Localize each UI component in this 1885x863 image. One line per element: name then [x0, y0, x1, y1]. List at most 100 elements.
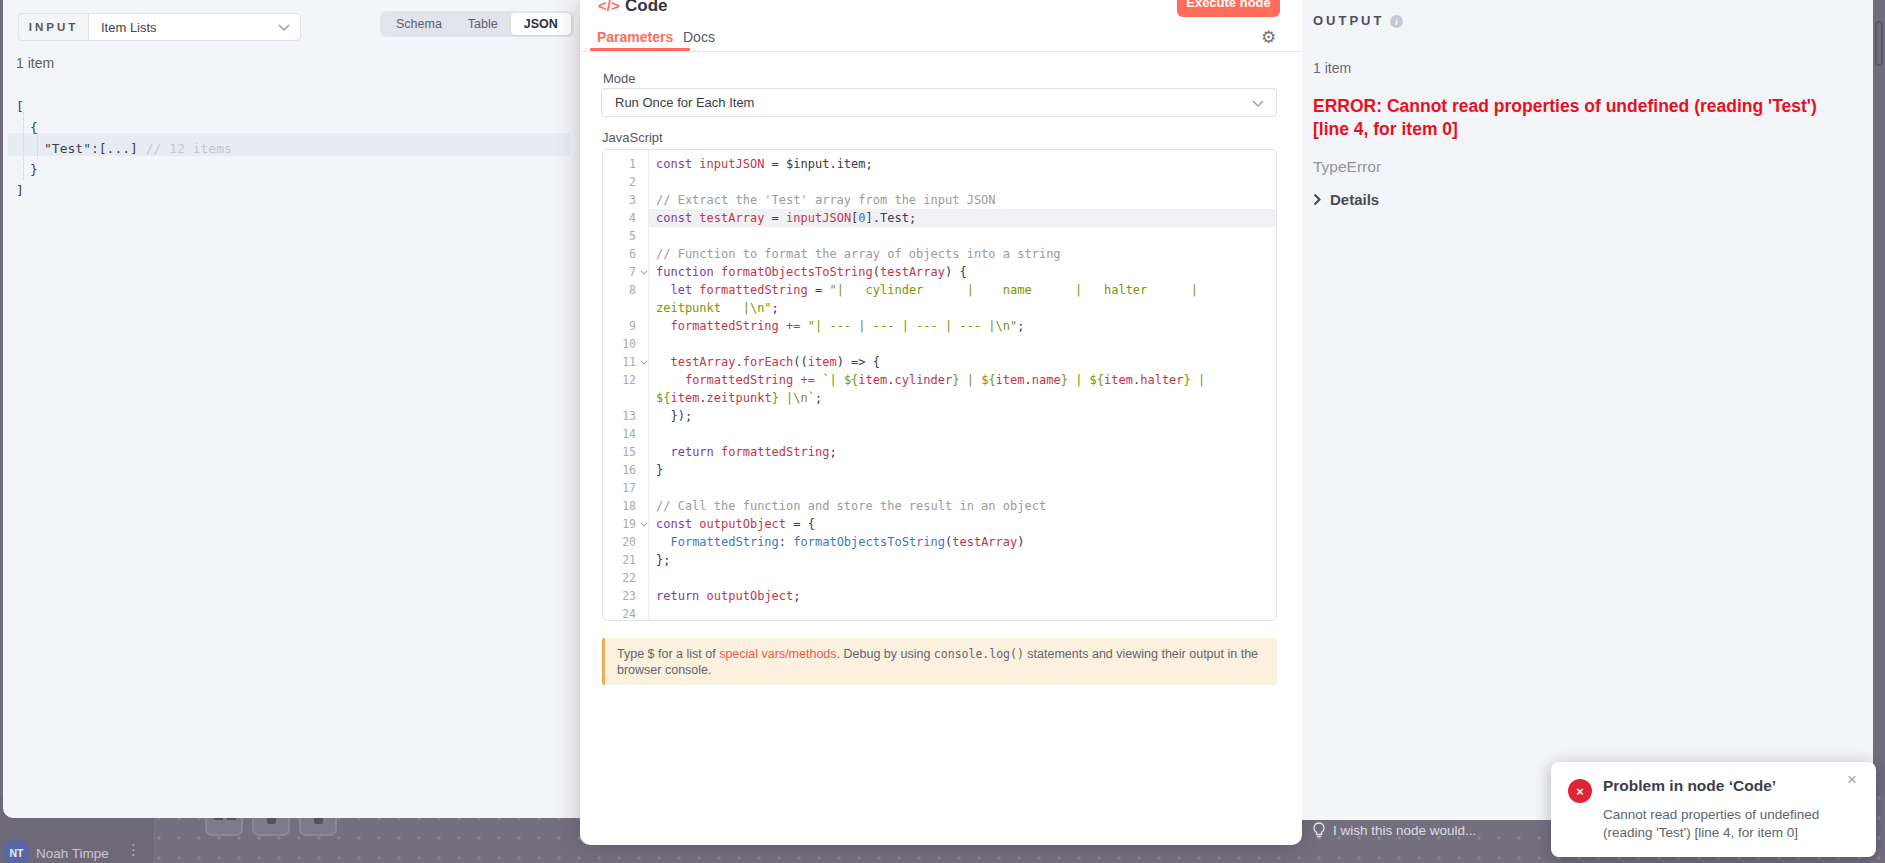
line-number: 19	[603, 515, 648, 533]
code-line[interactable]: return outputObject;	[649, 587, 1276, 605]
input-panel-label: INPUT	[18, 13, 88, 41]
error-details-toggle[interactable]: Details	[1313, 191, 1379, 208]
input-json-tree: [{"Test":[...] // 12 items}]	[3, 96, 580, 201]
line-number: 2	[603, 173, 648, 191]
code-line[interactable]: ${item.zeitpunkt} |\n`;	[649, 389, 1276, 407]
mode-select[interactable]: Run Once for Each Item	[601, 88, 1277, 117]
code-line[interactable]	[649, 227, 1276, 245]
line-number: 7	[603, 263, 648, 281]
tab-docs[interactable]: Docs	[683, 29, 715, 45]
code-line[interactable]	[649, 335, 1276, 353]
code-line[interactable]	[649, 569, 1276, 587]
error-toast: × Problem in node ‘Code’ × Cannot read p…	[1551, 762, 1876, 857]
line-number: 1	[603, 155, 648, 173]
lightbulb-icon	[1313, 822, 1325, 839]
code-line[interactable]	[649, 425, 1276, 443]
line-number: 14	[603, 425, 648, 443]
node-feedback-link[interactable]: I wish this node would...	[1313, 822, 1476, 839]
code-line[interactable]: };	[649, 551, 1276, 569]
line-number: 11	[603, 353, 648, 371]
code-line[interactable]: return formattedString;	[649, 443, 1276, 461]
code-line[interactable]	[649, 605, 1276, 621]
code-line[interactable]: // Function to format the array of objec…	[649, 245, 1276, 263]
line-number: 16	[603, 461, 648, 479]
code-line[interactable]	[649, 173, 1276, 191]
code-line[interactable]: formattedString += "| --- | --- | --- | …	[649, 317, 1276, 335]
javascript-label: JavaScript	[602, 130, 663, 145]
info-icon[interactable]: i	[1390, 15, 1403, 28]
code-line[interactable]: const testArray = inputJSON[0].Test;	[649, 209, 1276, 227]
json-row: {	[3, 117, 580, 138]
line-number: 12	[603, 371, 648, 389]
input-source-select[interactable]: Item Lists	[88, 13, 301, 41]
code-line[interactable]: function formatObjectsToString(testArray…	[649, 263, 1276, 281]
line-number	[603, 389, 648, 407]
input-source-value: Item Lists	[101, 20, 157, 35]
code-line[interactable]: formattedString += `| ${item.cylinder} |…	[649, 371, 1276, 389]
wish-label: I wish this node would...	[1333, 823, 1476, 838]
fold-chevron-icon[interactable]	[641, 520, 648, 527]
json-row: }	[3, 159, 580, 180]
hint-text: . Debug by using	[837, 647, 934, 661]
line-number: 3	[603, 191, 648, 209]
line-number: 17	[603, 479, 648, 497]
line-number: 18	[603, 497, 648, 515]
hint-text: Type $ for a list of	[617, 647, 719, 661]
code-node-icon: </>	[598, 0, 620, 14]
scrollbar-thumb[interactable]	[1875, 21, 1883, 66]
code-line[interactable]: });	[649, 407, 1276, 425]
code-line[interactable]: testArray.forEach((item) => {	[649, 353, 1276, 371]
code-line[interactable]: // Call the function and store the resul…	[649, 497, 1276, 515]
input-tab-schema[interactable]: Schema	[383, 14, 455, 34]
editor-hint: Type $ for a list of special vars/method…	[602, 638, 1277, 685]
code-line[interactable]: zeitpunkt |\n";	[649, 299, 1276, 317]
execute-node-button[interactable]: Execute node	[1177, 0, 1280, 17]
input-panel: INPUT Item Lists SchemaTableJSON 1 item …	[3, 0, 580, 818]
code-editor[interactable]: 123456789101112131415161718192021222324 …	[602, 149, 1277, 621]
fold-chevron-icon[interactable]	[641, 358, 648, 365]
line-number	[603, 299, 648, 317]
editor-gutter: 123456789101112131415161718192021222324	[603, 150, 649, 620]
mode-label: Mode	[603, 71, 636, 86]
error-circle-icon: ×	[1568, 779, 1592, 803]
json-row: "Test":[...] // 12 items	[3, 138, 580, 159]
input-tab-table[interactable]: Table	[455, 14, 511, 34]
code-line[interactable]: FormattedString: formatObjectsToString(t…	[649, 533, 1276, 551]
toast-message: Cannot read properties of undefined (rea…	[1603, 806, 1819, 842]
tab-parameters[interactable]: Parameters	[597, 29, 673, 45]
line-number: 4	[603, 209, 648, 227]
code-line[interactable]: const outputObject = {	[649, 515, 1276, 533]
json-row: ]	[3, 180, 580, 201]
fold-chevron-icon[interactable]	[641, 268, 648, 275]
hint-text: statements and viewing their output in t…	[1024, 647, 1258, 661]
code-line[interactable]: let formattedString = "| cylinder | name…	[649, 281, 1276, 299]
tabs-divider	[580, 51, 1302, 52]
code-line[interactable]	[649, 479, 1276, 497]
gear-icon[interactable]: ⚙	[1261, 29, 1276, 46]
code-line[interactable]: // Extract the 'Test' array from the inp…	[649, 191, 1276, 209]
input-items-count: 1 item	[16, 55, 54, 71]
hint-text: browser console.	[617, 663, 712, 677]
code-line[interactable]: }	[649, 461, 1276, 479]
input-tab-json[interactable]: JSON	[511, 13, 571, 35]
mode-value: Run Once for Each Item	[615, 95, 754, 110]
hint-code: console.log()	[934, 647, 1024, 661]
output-error-type: TypeError	[1313, 158, 1381, 176]
output-panel-label: OUTPUT	[1313, 13, 1384, 28]
user-menu-icon[interactable]: ⋮	[126, 841, 141, 859]
editor-content[interactable]: const inputJSON = $input.item; // Extract…	[649, 150, 1276, 620]
node-title: Code	[625, 0, 668, 16]
line-number: 15	[603, 443, 648, 461]
user-name: Noah Timpe	[36, 846, 109, 861]
line-number: 10	[603, 335, 648, 353]
toast-close-icon[interactable]: ×	[1847, 770, 1857, 790]
output-error-message: ERROR: Cannot read properties of undefin…	[1313, 95, 1858, 141]
line-number: 24	[603, 605, 648, 621]
avatar[interactable]: NT	[3, 839, 30, 863]
line-number: 13	[603, 407, 648, 425]
details-label: Details	[1330, 191, 1379, 208]
code-node-panel: </> Code Execute node Parameters Docs ⚙ …	[580, 0, 1302, 845]
code-line[interactable]: const inputJSON = $input.item;	[649, 155, 1276, 173]
hint-link[interactable]: special vars/methods	[719, 647, 836, 661]
line-number: 5	[603, 227, 648, 245]
